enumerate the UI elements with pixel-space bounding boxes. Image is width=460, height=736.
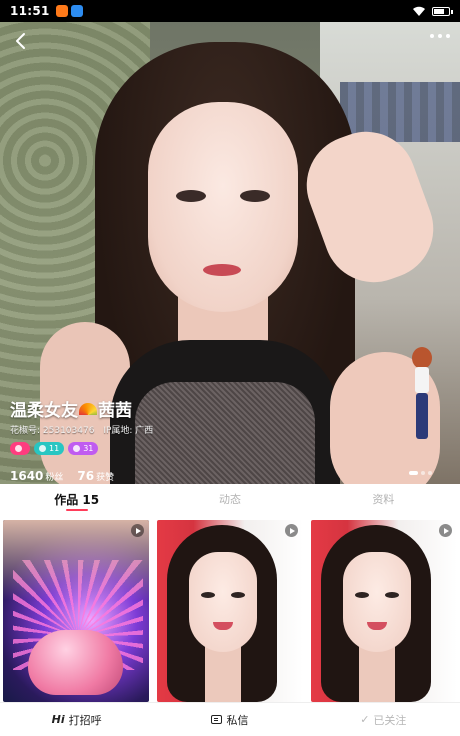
avatar-figure	[410, 347, 434, 447]
tab-moments[interactable]: 动态	[153, 484, 306, 514]
message-button[interactable]: 私信	[153, 703, 306, 736]
ip-location: IP属地: 广西	[103, 426, 154, 436]
profile-ids: 花椒号: 253103476 IP属地: 广西	[10, 423, 159, 436]
profile-name-part1: 温柔女友	[10, 401, 78, 421]
video-thumbnail[interactable]	[157, 520, 303, 702]
greet-button[interactable]: Hi 打招呼	[0, 703, 153, 736]
cover-pager	[409, 471, 432, 475]
play-icon	[285, 524, 298, 537]
tab-info[interactable]: 资料	[307, 484, 460, 514]
tab-works[interactable]: 作品 15	[0, 484, 153, 514]
status-time: 11:51	[10, 4, 50, 18]
more-options-icon[interactable]	[430, 34, 450, 38]
likes-stat[interactable]: 76 获赞	[77, 465, 114, 484]
rainbow-icon	[79, 402, 97, 415]
play-icon	[439, 524, 452, 537]
profile-stats: 1640 粉丝 76 获赞	[10, 465, 159, 484]
profile-screen: 11:51 温柔女友 茜茜 花椒号: 253103476 IP属地: 广西 11…	[0, 0, 460, 736]
profile-name-part2: 茜茜	[98, 401, 132, 421]
action-bar: Hi 打招呼 私信 ✓ 已关注	[0, 702, 460, 736]
profile-info: 温柔女友 茜茜 花椒号: 253103476 IP属地: 广西 11 31 16…	[10, 396, 159, 484]
badge-row: 11 31	[10, 442, 159, 455]
wifi-icon	[413, 6, 425, 16]
works-grid	[3, 520, 457, 702]
profile-name: 温柔女友 茜茜	[10, 396, 159, 421]
followed-button[interactable]: ✓ 已关注	[307, 703, 460, 736]
video-thumbnail[interactable]	[3, 520, 149, 702]
play-icon	[131, 524, 144, 537]
notification-app-icon	[55, 5, 68, 17]
diamond-badge[interactable]: 11	[34, 442, 65, 455]
hi-icon: Hi	[51, 713, 65, 726]
chat-icon	[211, 715, 223, 724]
user-id: 花椒号: 253103476	[10, 426, 95, 436]
battery-icon	[432, 6, 453, 16]
back-arrow-icon[interactable]	[10, 30, 32, 52]
star-badge[interactable]: 31	[68, 442, 99, 455]
fans-stat[interactable]: 1640 粉丝	[10, 465, 63, 484]
profile-tabs: 作品 15 动态 资料	[0, 484, 460, 514]
check-icon: ✓	[360, 713, 370, 726]
notification-app-icon	[70, 5, 83, 17]
status-bar: 11:51	[0, 0, 460, 22]
level-badge[interactable]	[10, 442, 30, 455]
video-thumbnail[interactable]	[311, 520, 457, 702]
